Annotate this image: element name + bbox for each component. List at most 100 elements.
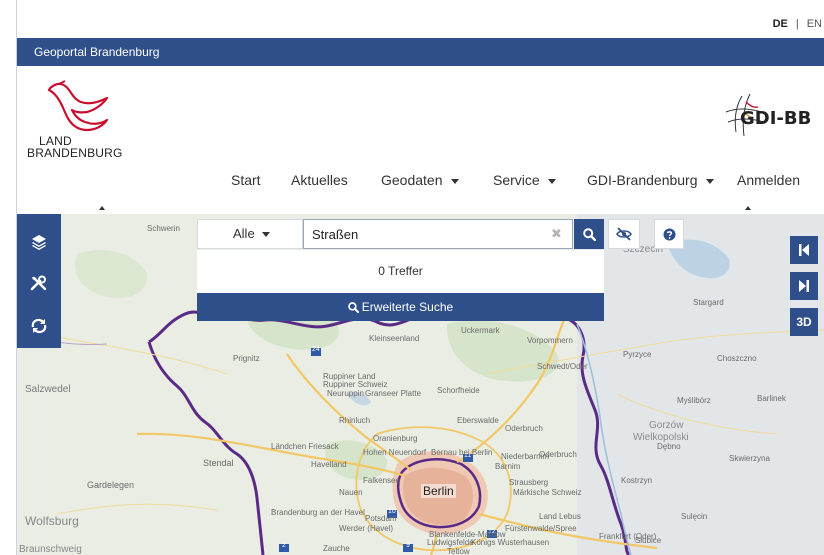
collapse-arrow-left-icon[interactable]: [99, 206, 105, 210]
app-title[interactable]: Geoportal Brandenburg: [34, 45, 159, 59]
three-d-label: 3D: [796, 315, 812, 329]
search-scope-dropdown[interactable]: Alle: [197, 219, 303, 249]
chevron-down-icon: [450, 178, 459, 184]
clear-search-icon[interactable]: ✖: [551, 226, 562, 242]
nav-aktuelles[interactable]: Aktuelles: [291, 172, 348, 188]
logo-land-line2: BRANDENBURG: [27, 146, 123, 160]
map-label-neuruppin: Neuruppin: [327, 389, 364, 398]
language-en[interactable]: EN: [807, 18, 822, 30]
map-label-kostrzyn: Kostrzyn: [621, 476, 653, 485]
tools-button[interactable]: [17, 264, 61, 304]
advanced-search-button[interactable]: Erweiterte Suche: [197, 293, 604, 321]
language-switch: DE | EN: [773, 18, 822, 30]
map-label-skwierzyna: Skwierzyna: [729, 454, 770, 463]
map-label-werder: Werder (Havel): [339, 524, 394, 533]
map-label-barnim: Barnim: [495, 462, 521, 471]
map-label-sulecin: Sulęcin: [681, 512, 708, 521]
layers-button[interactable]: [17, 222, 61, 262]
nav-start[interactable]: Start: [231, 172, 261, 188]
map-label-oderbruch-east: Oderbruch: [539, 450, 577, 459]
map-label-falkensee: Falkensee: [363, 476, 400, 485]
map-label-teltow: Teltow: [447, 547, 470, 555]
search-button[interactable]: [574, 219, 604, 249]
map-label-schwerin: Schwerin: [147, 224, 180, 233]
nav-geodaten-label: Geodaten: [381, 172, 443, 188]
map-label-mysliborz: Myślibórz: [677, 396, 711, 405]
map-label-oranienburg: Oranienburg: [373, 434, 418, 443]
refresh-icon: [31, 318, 47, 334]
land-brandenburg-text: LAND BRANDENBURG: [27, 135, 137, 159]
search-icon: [582, 227, 596, 241]
skip-back-icon: [799, 244, 809, 256]
map-forest-4: [75, 250, 148, 298]
map-label-schorfheide: Schorfheide: [437, 386, 480, 395]
gdi-bb-text: GDI-BB: [740, 108, 812, 129]
search-input[interactable]: [303, 219, 573, 249]
collapse-arrow-right-icon[interactable]: [745, 206, 751, 210]
map-label-gorzow: Gorzów: [649, 420, 684, 431]
nav-anmelden-label: Anmelden: [737, 172, 801, 188]
map-label-hohen: Hohen Neuendorf: [363, 448, 427, 457]
skip-forward-icon: [799, 280, 809, 292]
app-title-bar: Geoportal Brandenburg: [17, 38, 824, 66]
help-button[interactable]: [654, 219, 684, 249]
advanced-search-label: Erweiterte Suche: [361, 300, 454, 314]
map-label-schwedt: Schwedt/Oder: [537, 362, 588, 371]
three-d-button[interactable]: 3D: [790, 308, 818, 336]
language-separator: |: [795, 18, 799, 30]
map-tool-bar: [17, 214, 61, 348]
nav-service[interactable]: Service: [493, 172, 556, 188]
chevron-down-icon: [261, 232, 270, 238]
map-label-brandenburg: Brandenburg an der Havel: [271, 508, 365, 517]
step-forward-button[interactable]: [790, 272, 818, 300]
map-label-frankfurt: Frankfurt (Oder): [599, 532, 657, 541]
map-label-koenigs: Königs Wusterhausen: [471, 538, 550, 547]
search-results-count: 0 Treffer: [197, 250, 604, 293]
refresh-button[interactable]: [17, 306, 61, 346]
map-label-braunschweig: Braunschweig: [19, 544, 82, 555]
map-road-secondary-4: [56, 503, 218, 515]
map-label-pyrzyce: Pyrzyce: [623, 350, 652, 359]
language-de[interactable]: DE: [773, 18, 788, 30]
map-label-barlinek: Barlinek: [757, 394, 786, 403]
map-label-prignitz: Prignitz: [233, 354, 260, 363]
map-label-potsdam: Potsdam: [365, 514, 397, 523]
tools-icon: [30, 275, 47, 291]
map-label-ruppiner-schweiz: Ruppiner Schweiz: [323, 380, 388, 389]
map-label-stargard: Stargard: [693, 298, 724, 307]
map-road-secondary-1: [36, 333, 228, 375]
map-label-berlin: Berlin: [421, 484, 456, 498]
nav-aktuelles-label: Aktuelles: [291, 172, 348, 188]
map-label-gransee: Granseer Platte: [365, 389, 422, 398]
red-eagle-icon: [47, 80, 109, 132]
map-label-maerkische: Märkische Schweiz: [513, 488, 582, 497]
map-label-salzwedel: Salzwedel: [25, 384, 71, 395]
chevron-down-icon: [547, 178, 556, 184]
map-label-ludwigsfelde: Ludwigsfelde: [427, 538, 474, 547]
map-label-laendchen: Ländchen Friesack: [271, 442, 339, 451]
map-label-strausberg: Strausberg: [509, 478, 549, 487]
map-label-vorpommern: Vorpommern: [527, 336, 573, 345]
hide-results-button[interactable]: [608, 219, 640, 249]
map-label-wolfsburg: Wolfsburg: [25, 514, 79, 528]
land-brandenburg-logo[interactable]: LAND BRANDENBURG: [27, 80, 137, 170]
nav-gdi-brandenburg[interactable]: GDI-Brandenburg: [587, 172, 714, 188]
search-scope-value: Alle: [233, 226, 255, 241]
map-label-uckermark: Uckermark: [461, 326, 500, 335]
nav-anmelden[interactable]: Anmelden: [737, 172, 800, 188]
map-label-oderbruch: Oderbruch: [505, 424, 543, 433]
nav-service-label: Service: [493, 172, 540, 188]
map-label-choszczno: Choszczno: [717, 354, 757, 363]
gdi-bb-logo[interactable]: GDI-BB: [724, 92, 824, 138]
step-back-button[interactable]: [790, 236, 818, 264]
map-label-rhinluch: Rhinluch: [339, 416, 371, 425]
map-label-gardelegen: Gardelegen: [87, 480, 135, 490]
nav-gdi-brandenburg-label: GDI-Brandenburg: [587, 172, 698, 188]
map-label-debno: Dębno: [657, 442, 681, 451]
map-label-a2: 2: [282, 542, 286, 549]
nav-geodaten[interactable]: Geodaten: [381, 172, 459, 188]
map-label-zauche: Zauche: [323, 544, 350, 553]
map-label-fuerstenwalde: Fürstenwalde/Spree: [505, 524, 577, 533]
layers-icon: [32, 235, 46, 250]
map-label-land-lebus: Land Lebus: [539, 512, 581, 521]
